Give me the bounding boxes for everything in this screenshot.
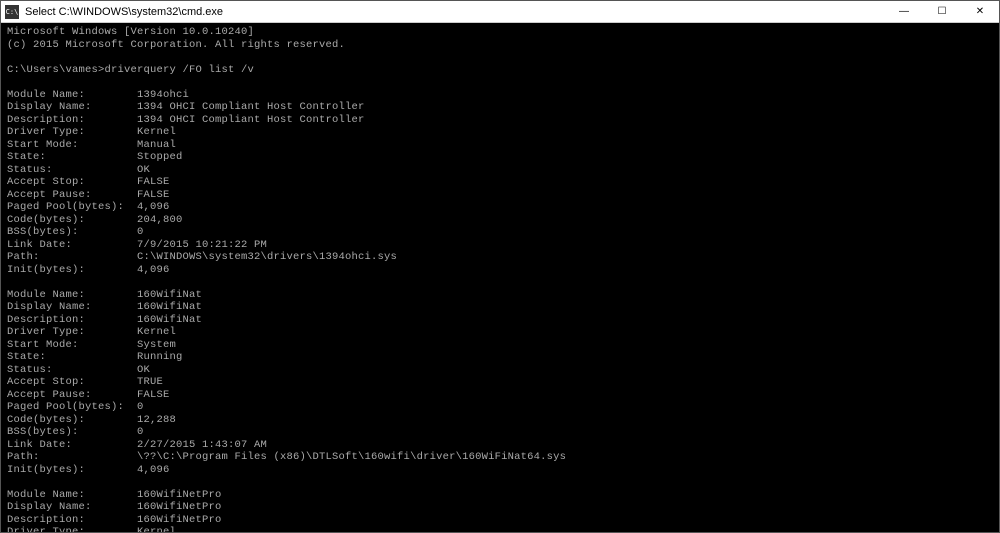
titlebar[interactable]: Select C:\WINDOWS\system32\cmd.exe — ☐ ✕ [1, 1, 999, 23]
cmd-icon [5, 5, 19, 19]
terminal-output[interactable]: Microsoft Windows [Version 10.0.10240] (… [1, 23, 999, 532]
window-title: Select C:\WINDOWS\system32\cmd.exe [25, 6, 885, 18]
maximize-button[interactable]: ☐ [923, 1, 961, 22]
minimize-button[interactable]: — [885, 1, 923, 22]
close-button[interactable]: ✕ [961, 1, 999, 22]
window-controls: — ☐ ✕ [885, 1, 999, 22]
cmd-window: Select C:\WINDOWS\system32\cmd.exe — ☐ ✕… [0, 0, 1000, 533]
